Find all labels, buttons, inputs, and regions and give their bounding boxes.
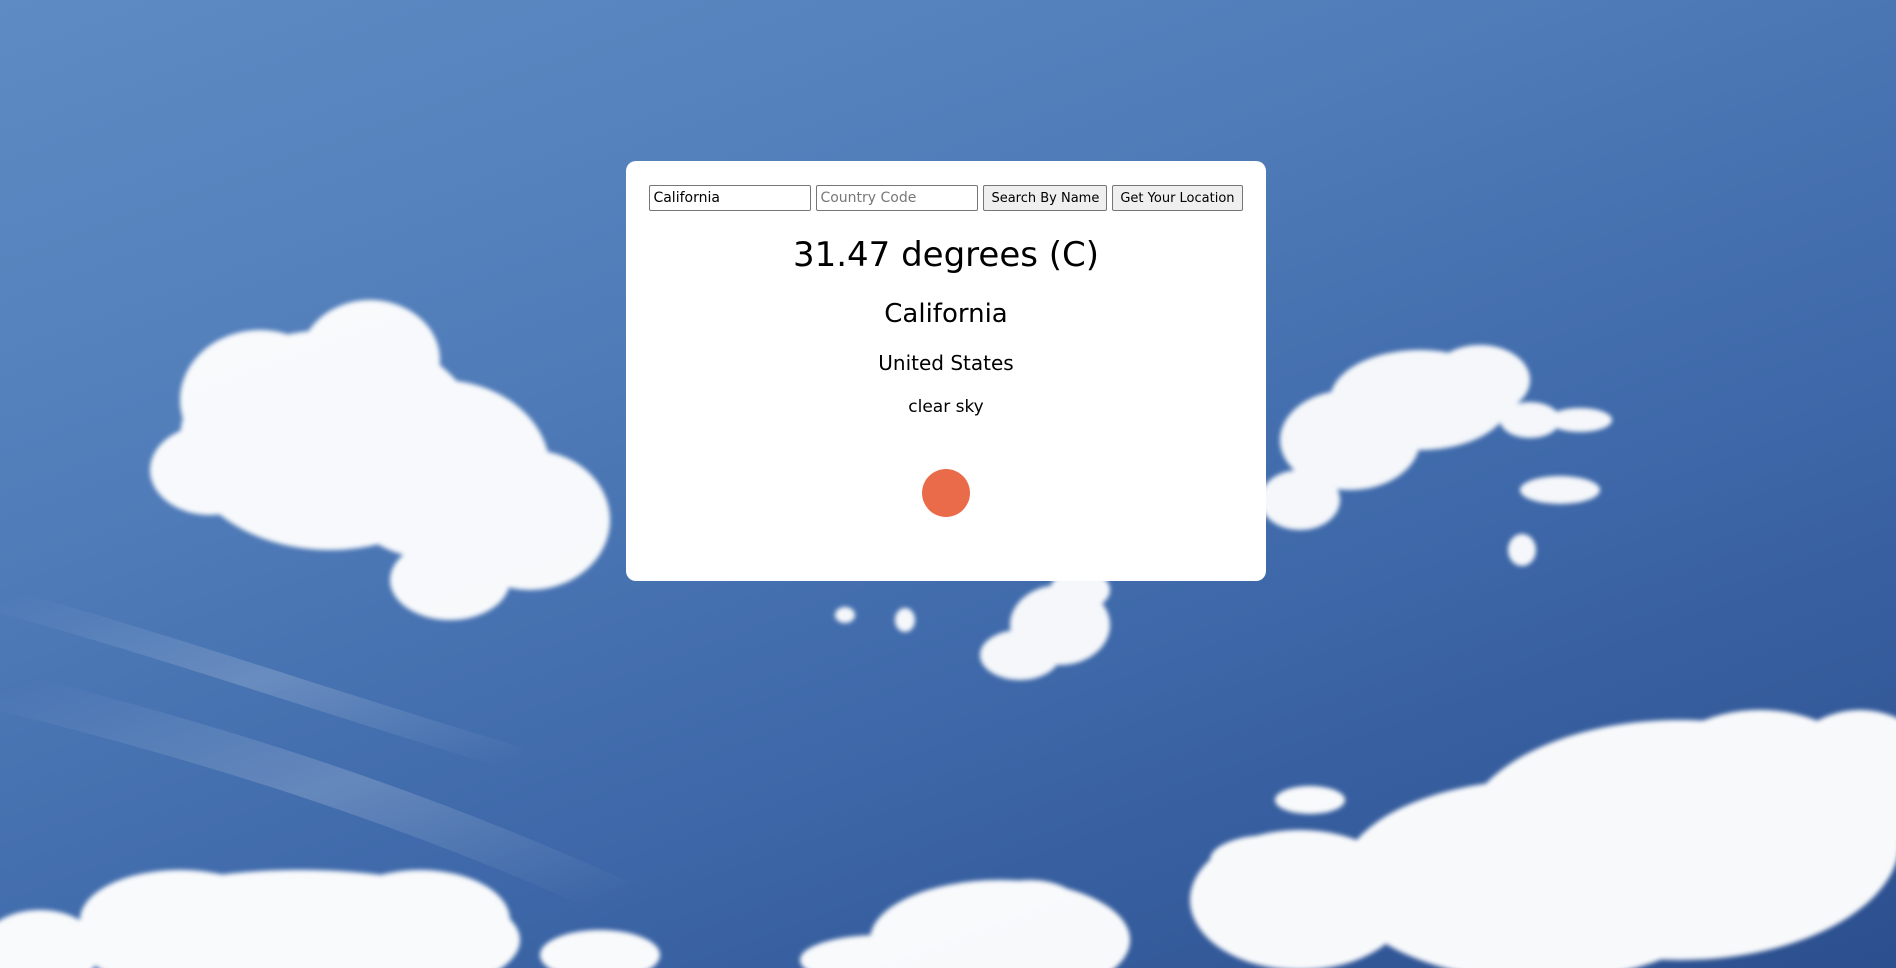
search-controls: Search By Name Get Your Location — [626, 185, 1266, 211]
get-location-button[interactable]: Get Your Location — [1112, 185, 1243, 211]
weather-dot-icon — [922, 469, 970, 517]
temperature-readout: 31.47 degrees (C) — [792, 235, 1100, 275]
country-code-input[interactable] — [816, 185, 979, 211]
search-by-name-button[interactable]: Search By Name — [983, 185, 1108, 211]
weather-description: clear sky — [908, 397, 984, 417]
city-input[interactable] — [649, 185, 812, 211]
city-name: California — [884, 299, 1008, 329]
country-name: United States — [878, 351, 1014, 375]
weather-card: Search By Name Get Your Location 31.47 d… — [626, 161, 1266, 581]
